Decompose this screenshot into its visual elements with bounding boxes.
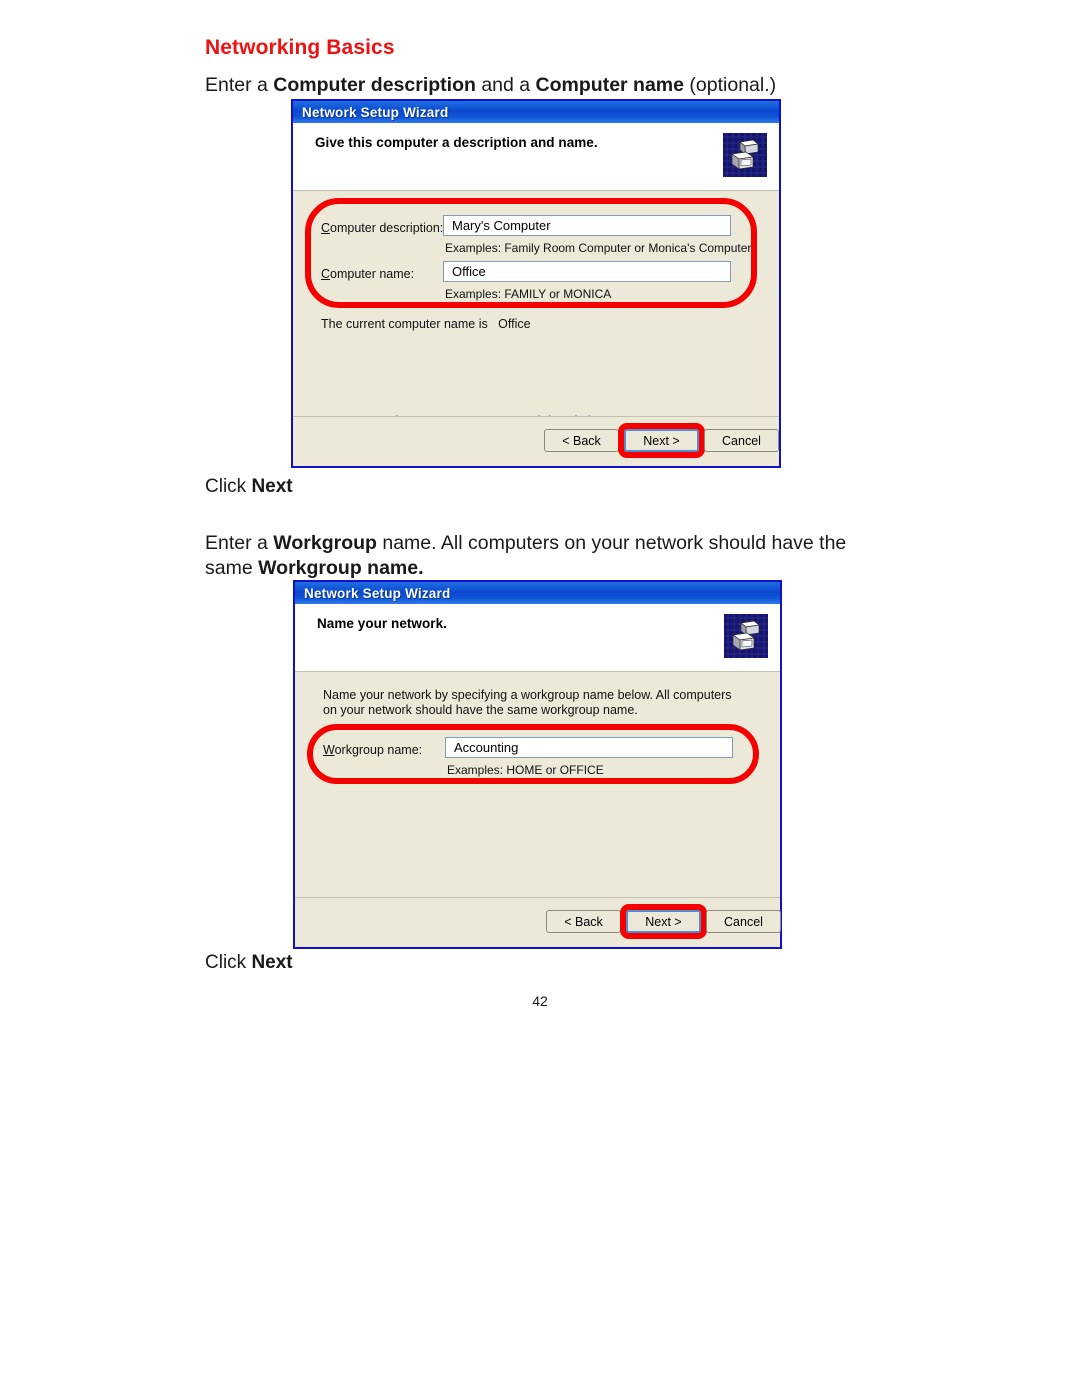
computer-name-value: Office <box>452 264 486 279</box>
instruction-1-suffix: (optional.) <box>684 74 777 96</box>
instruction-2-bold-2: Workgroup name. <box>258 557 424 579</box>
titlebar-1: Network Setup Wizard <box>293 101 779 123</box>
window-title-1: Network Setup Wizard <box>302 104 449 120</box>
back-button-2-label: < Back <box>564 914 603 929</box>
next-button-2-label: Next > <box>645 914 682 929</box>
next-button-1[interactable]: Next > <box>624 429 699 452</box>
computer-name-label: Computer name: <box>321 267 414 281</box>
cancel-button-1[interactable]: Cancel <box>704 429 779 452</box>
instruction-1-bold-2: Computer name <box>535 74 684 96</box>
click-next-2-prefix: Click <box>205 952 252 973</box>
cancel-button-2-label: Cancel <box>724 914 763 929</box>
wizard-header-title-1: Give this computer a description and nam… <box>315 135 598 150</box>
network-setup-wizard-dialog-2: Network Setup Wizard Name your network. <box>293 580 782 949</box>
workgroup-name-label-rest: orkgroup name: <box>334 743 423 757</box>
wizard-header-1: Give this computer a description and nam… <box>293 123 779 191</box>
network-setup-wizard-dialog-1: Network Setup Wizard Give this computer … <box>291 99 781 468</box>
wizard-footer-1: < Back Next > Cancel <box>293 416 779 466</box>
cancel-button-2[interactable]: Cancel <box>706 910 781 933</box>
click-next-1-prefix: Click <box>205 476 252 497</box>
current-computer-name-label: The current computer name is <box>321 317 488 331</box>
computers-network-icon <box>723 133 767 177</box>
computer-description-label-accel: C <box>321 221 331 235</box>
titlebar-2: Network Setup Wizard <box>295 582 780 604</box>
instruction-1-prefix: Enter a <box>205 74 274 96</box>
instruction-text-1: Enter a Computer description and a Compu… <box>205 73 776 98</box>
wizard-header-2: Name your network. <box>295 604 780 672</box>
instruction-2-bold-1: Workgroup <box>273 532 377 554</box>
back-button-1-label: < Back <box>562 433 601 448</box>
computer-description-label: Computer description: <box>321 221 443 235</box>
computer-description-label-rest: omputer description: <box>330 221 444 235</box>
workgroup-name-label: Workgroup name: <box>323 743 422 757</box>
back-button-1[interactable]: < Back <box>544 429 619 452</box>
computer-description-input[interactable]: Mary's Computer <box>443 215 731 236</box>
computer-description-value: Mary's Computer <box>452 218 551 233</box>
workgroup-name-label-accel: W <box>323 743 335 757</box>
computer-description-example: Examples: Family Room Computer or Monica… <box>445 241 752 255</box>
workgroup-name-input[interactable]: Accounting <box>445 737 733 758</box>
current-computer-name-value: Office <box>498 317 531 331</box>
workgroup-name-value: Accounting <box>454 740 519 755</box>
wizard-footer-2: < Back Next > Cancel <box>295 897 781 947</box>
instruction-1-bold-1: Computer description <box>273 74 476 96</box>
instruction-text-2: Enter a Workgroup name. All computers on… <box>205 531 885 581</box>
click-next-2-bold: Next <box>251 952 293 973</box>
computers-network-icon <box>724 614 768 658</box>
network-name-description: Name your network by specifying a workgr… <box>323 688 732 717</box>
click-next-caption-2: Click Next <box>205 952 293 974</box>
computer-name-label-accel: C <box>321 267 331 281</box>
current-computer-name-row: The current computer name is Office <box>321 317 531 331</box>
page-title: Networking Basics <box>205 36 395 59</box>
workgroup-name-example: Examples: HOME or OFFICE <box>447 763 604 777</box>
window-title-2: Network Setup Wizard <box>304 585 451 601</box>
wizard-header-title-2: Name your network. <box>317 616 447 631</box>
computer-name-example: Examples: FAMILY or MONICA <box>445 287 612 301</box>
instruction-1-middle: and a <box>475 74 536 96</box>
back-button-2[interactable]: < Back <box>546 910 621 933</box>
next-button-2[interactable]: Next > <box>626 910 701 933</box>
cancel-button-1-label: Cancel <box>722 433 761 448</box>
instruction-2-prefix: Enter a <box>205 532 274 554</box>
page-number: 42 <box>532 993 548 1009</box>
computer-name-label-rest: omputer name: <box>330 267 415 281</box>
next-button-1-label: Next > <box>643 433 680 448</box>
click-next-1-bold: Next <box>251 476 293 497</box>
computer-name-input[interactable]: Office <box>443 261 731 282</box>
click-next-caption-1: Click Next <box>205 476 293 498</box>
